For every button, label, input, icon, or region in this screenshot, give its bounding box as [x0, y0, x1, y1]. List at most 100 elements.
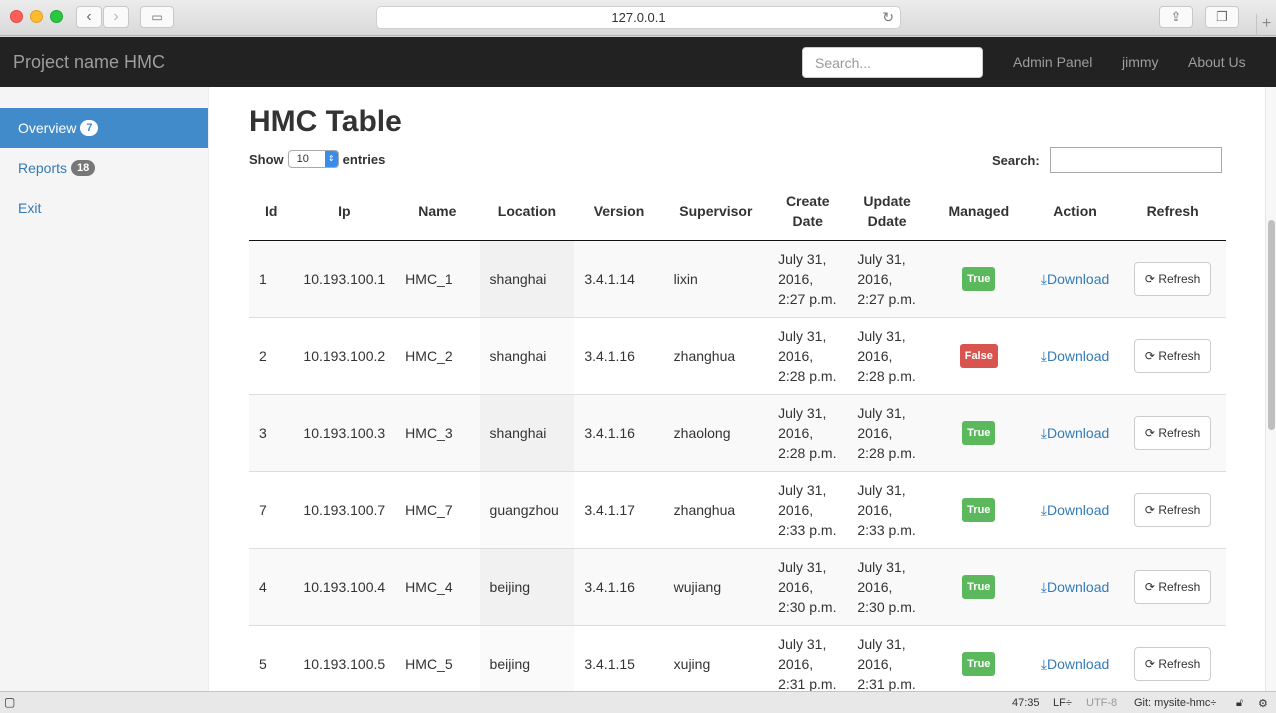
refresh-label: Refresh	[1158, 348, 1201, 363]
entries-select[interactable]: 10 ⇕	[287, 150, 339, 168]
zoom-window-button[interactable]	[50, 10, 63, 23]
sidebar-item-label: Reports	[18, 160, 68, 176]
admin-panel-link[interactable]: Admin Panel	[1013, 54, 1092, 70]
cell-location: shanghai	[479, 240, 575, 317]
cell-ip: 10.193.100.4	[303, 578, 386, 595]
cell-ip: 10.193.100.5	[303, 655, 386, 672]
sidebar-item-overview[interactable]: Overview 7	[0, 108, 208, 148]
download-link[interactable]: ⤓Download	[1041, 579, 1109, 595]
refresh-label: Refresh	[1158, 425, 1201, 440]
sidebar-item-reports[interactable]: Reports 18	[0, 148, 208, 188]
column-header[interactable]: Managed	[926, 182, 1031, 241]
new-tab-icon[interactable]: +	[1256, 14, 1276, 36]
cell-ip: 10.193.100.7	[303, 501, 386, 518]
cell-version: 3.4.1.15	[584, 655, 635, 672]
download-link[interactable]: ⤓Download	[1041, 656, 1109, 672]
refresh-button[interactable]: ⟳ Refresh	[1133, 261, 1212, 296]
refresh-button[interactable]: ⟳ Refresh	[1133, 492, 1212, 527]
column-header[interactable]: Location	[479, 182, 575, 241]
download-link[interactable]: ⤓Download	[1041, 502, 1109, 518]
user-link[interactable]: jimmy	[1122, 54, 1159, 70]
sidebar-toggle-icon[interactable]: ▭	[140, 6, 174, 28]
column-header[interactable]: Supervisor	[663, 182, 769, 241]
tabs-overview-icon[interactable]: ❐	[1205, 6, 1239, 28]
cell-managed: True	[927, 394, 1031, 471]
cell-name: HMC_7	[405, 501, 453, 518]
entries-length-control: Show 10 ⇕ entries	[249, 150, 385, 168]
refresh-icon: ⟳	[1144, 425, 1159, 440]
column-header[interactable]: Create Date	[768, 182, 848, 241]
column-header[interactable]: Ip	[293, 182, 396, 241]
column-header[interactable]: Id	[249, 182, 294, 241]
managed-status-badge: True	[962, 266, 996, 291]
cell-refresh: ⟳ Refresh	[1119, 625, 1226, 691]
table-row: 4 10.193.100.4 HMC_4 beijing 3.4.1.16 wujiang…	[249, 548, 1226, 625]
refresh-button[interactable]: ⟳ Refresh	[1133, 415, 1212, 450]
download-label: Download	[1047, 501, 1110, 518]
download-label: Download	[1047, 270, 1110, 287]
refresh-button[interactable]: ⟳ Refresh	[1133, 569, 1212, 604]
table-search-label: Search:	[992, 153, 1040, 168]
cell-create-date: July 31, 2016, 2:27 p.m.	[778, 250, 837, 307]
download-label: Download	[1047, 655, 1110, 672]
status-bar: ▢ 47:35 LF÷ UTF-8 Git: mysite-hmc÷ 🔓︎ ⚙	[0, 691, 1276, 713]
cell-version: 3.4.1.17	[584, 501, 635, 518]
cell-refresh: ⟳ Refresh	[1119, 471, 1226, 548]
cell-location: shanghai	[479, 317, 575, 394]
column-header[interactable]: Name	[395, 182, 480, 241]
cell-refresh: ⟳ Refresh	[1119, 317, 1226, 394]
sidebar: Overview 7 Reports 18 Exit	[0, 87, 209, 691]
select-arrows-icon: ⇕	[324, 151, 338, 167]
cell-id: 7	[259, 501, 267, 518]
cell-create-date: July 31, 2016, 2:30 p.m.	[778, 558, 837, 615]
refresh-label: Refresh	[1158, 656, 1201, 671]
column-header[interactable]: Refresh	[1119, 182, 1226, 241]
cell-supervisor: xujing	[673, 655, 711, 672]
column-header[interactable]: Action	[1030, 182, 1120, 241]
cell-location: shanghai	[479, 394, 575, 471]
reload-icon[interactable]: ↻	[882, 7, 894, 28]
column-header[interactable]: Version	[574, 182, 664, 241]
cell-managed: True	[927, 548, 1031, 625]
refresh-button[interactable]: ⟳ Refresh	[1133, 646, 1212, 681]
sidebar-item-label: Exit	[18, 200, 42, 216]
refresh-label: Refresh	[1158, 502, 1201, 517]
managed-status-badge: True	[962, 651, 996, 676]
address-bar[interactable]: 127.0.0.1 ↻	[376, 6, 901, 29]
download-link[interactable]: ⤓Download	[1041, 425, 1109, 441]
line-ending[interactable]: LF÷	[1053, 697, 1072, 709]
column-header[interactable]: Update Ddate	[847, 182, 927, 241]
refresh-icon: ⟳	[1144, 271, 1159, 286]
sidebar-item-exit[interactable]: Exit	[0, 188, 208, 228]
cell-managed: True	[927, 471, 1031, 548]
share-icon[interactable]: ⇪	[1159, 6, 1193, 28]
forward-button[interactable]: ›	[103, 6, 129, 28]
cell-managed: True	[927, 625, 1031, 691]
minimize-window-button[interactable]	[30, 10, 43, 23]
about-us-link[interactable]: About Us	[1188, 54, 1246, 70]
refresh-icon: ⟳	[1144, 656, 1159, 671]
cell-action: ⤓Download	[1031, 317, 1119, 394]
count-badge: 18	[71, 160, 96, 176]
encoding[interactable]: UTF-8	[1086, 697, 1117, 709]
scrollbar-thumb[interactable]	[1268, 220, 1275, 430]
lock-icon: 🔓︎	[1236, 697, 1244, 709]
brand-link[interactable]: Project name HMC	[13, 52, 165, 73]
cell-name: HMC_1	[405, 270, 453, 287]
navbar-search-input[interactable]: Search...	[802, 47, 983, 78]
main-content: HMC Table Show 10 ⇕ entries Search: Id Ip…	[209, 87, 1265, 691]
table-row: 5 10.193.100.5 HMC_5 beijing 3.4.1.15 xujing J…	[249, 625, 1226, 691]
refresh-button[interactable]: ⟳ Refresh	[1133, 338, 1212, 373]
hmc-table: Id Ip Name Location Version Supervisor Create …	[249, 182, 1226, 691]
git-branch[interactable]: Git: mysite-hmc÷	[1134, 697, 1216, 709]
cell-name: HMC_5	[405, 655, 453, 672]
cell-name: HMC_3	[405, 424, 453, 441]
back-button[interactable]: ‹	[76, 6, 102, 28]
download-link[interactable]: ⤓Download	[1041, 271, 1109, 287]
close-window-button[interactable]	[10, 10, 23, 23]
entries-label: entries	[342, 151, 386, 167]
table-search-input[interactable]	[1050, 147, 1222, 173]
download-link[interactable]: ⤓Download	[1041, 348, 1109, 364]
managed-status-badge: True	[962, 497, 996, 522]
vertical-scrollbar[interactable]	[1265, 87, 1276, 691]
